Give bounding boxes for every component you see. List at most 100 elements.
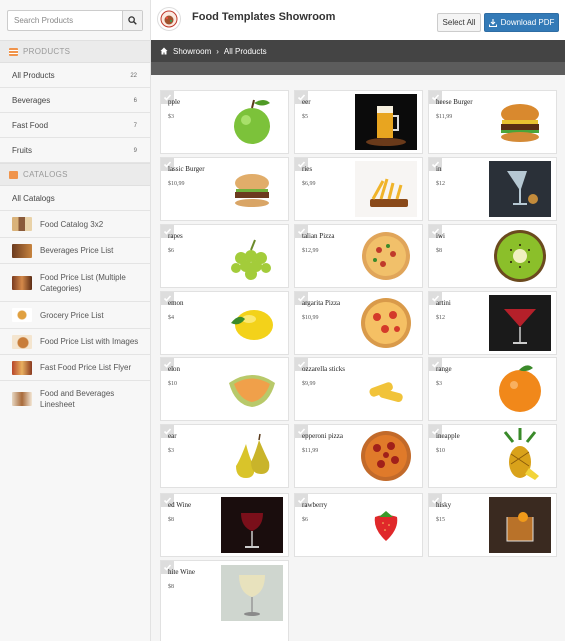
breadcrumb-root[interactable]: Showroom [173, 47, 211, 56]
product-price: $11,99 [436, 114, 453, 120]
sidebar-item-count: 22 [130, 72, 137, 79]
product-card[interactable]: heese Burger $11,99 [428, 90, 557, 154]
product-name: eer [302, 98, 311, 106]
product-price: $8 [168, 584, 174, 590]
product-card[interactable]: ozzarella sticks $9,99 [294, 357, 423, 421]
catalog-label: Grocery Price List [40, 310, 104, 320]
product-name: ineapple [436, 432, 460, 440]
product-name: lassic Burger [168, 165, 205, 173]
product-name: rawberry [302, 501, 328, 509]
product-image [369, 382, 403, 403]
sidebar-item-label: All Catalogs [12, 194, 55, 203]
product-price: $10,99 [168, 181, 185, 187]
chevron-right-icon: › [216, 46, 219, 56]
product-image [503, 428, 539, 480]
sidebar-item-beverages[interactable]: Beverages 6 [0, 89, 150, 113]
catalog-item-food-price-list-multiple[interactable]: Food Price List (Multiple Categories) [0, 264, 150, 302]
product-name: ed Wine [168, 501, 192, 509]
product-image [221, 497, 283, 553]
product-price: $11,99 [302, 448, 319, 454]
product-card[interactable]: rawberry $6 [294, 493, 423, 557]
catalog-item-food-price-list-images[interactable]: Food Price List with Images [0, 329, 150, 355]
product-image [355, 94, 417, 150]
product-card[interactable]: ineapple $10 [428, 424, 557, 488]
food-logo-icon [160, 10, 178, 28]
product-name: hite Wine [168, 568, 195, 576]
product-card[interactable]: in $12 [428, 157, 557, 221]
product-name: ries [302, 165, 313, 173]
product-image [494, 230, 546, 282]
catalog-label: Food Price List with Images [40, 337, 139, 346]
catalog-item-fast-food-flyer[interactable]: Fast Food Price List Flyer [0, 355, 150, 381]
product-card[interactable]: eer $5 [294, 90, 423, 154]
catalog-item-beverages-price-list[interactable]: Beverages Price List [0, 238, 150, 264]
catalog-item-food-beverages-linesheet[interactable]: Food and Beverages Linesheet [0, 381, 150, 416]
search-input[interactable] [8, 11, 123, 30]
product-price: $3 [168, 114, 174, 120]
sidebar-item-label: All Products [12, 71, 55, 80]
product-name: rapes [168, 232, 183, 240]
product-name: range [436, 365, 452, 373]
product-name: hisky [436, 501, 452, 509]
product-image [489, 497, 551, 553]
catalog-item-grocery-price-list[interactable]: Grocery Price List [0, 302, 150, 329]
product-card[interactable]: epperoni pizza $11,99 [294, 424, 423, 488]
product-image [501, 104, 539, 142]
product-name: elon [168, 365, 181, 373]
sidebar-item-count: 6 [133, 97, 137, 104]
product-card[interactable]: hisky $15 [428, 493, 557, 557]
product-card[interactable]: talian Pizza $12,99 [294, 224, 423, 288]
product-name: epperoni pizza [302, 432, 344, 440]
catalog-thumbnail [12, 275, 32, 290]
product-card[interactable]: pple $3 [160, 90, 289, 154]
product-card[interactable]: ear $3 [160, 424, 289, 488]
catalog-thumbnail [12, 334, 32, 349]
product-card[interactable]: ed Wine $8 [160, 493, 289, 557]
product-name: in [436, 165, 442, 173]
product-image [234, 99, 270, 144]
product-image [229, 375, 275, 407]
sidebar-item-label: Fruits [12, 146, 32, 155]
product-price: $9,99 [302, 381, 316, 387]
catalog-label: Beverages Price List [40, 246, 114, 255]
home-icon[interactable] [160, 47, 168, 55]
catalog-item-food-catalog-3x2[interactable]: Food Catalog 3x2 [0, 211, 150, 238]
products-section-header: PRODUCTS [0, 40, 150, 63]
product-image [231, 239, 271, 280]
product-image [499, 365, 541, 412]
product-name: heese Burger [436, 98, 473, 106]
product-card[interactable]: argarita Pizza $10,99 [294, 291, 423, 355]
product-image [231, 310, 273, 340]
product-price: $12 [436, 315, 445, 321]
product-card[interactable]: lassic Burger $10,99 [160, 157, 289, 221]
product-image [489, 161, 551, 217]
product-card[interactable]: elon $10 [160, 357, 289, 421]
product-price: $15 [436, 517, 445, 523]
catalog-label: Food and Beverages Linesheet [40, 388, 115, 409]
product-name: iwi [436, 232, 445, 240]
product-card[interactable]: rapes $6 [160, 224, 289, 288]
product-card[interactable]: range $3 [428, 357, 557, 421]
product-name: artini [436, 299, 451, 307]
catalog-icon [9, 170, 18, 179]
product-price: $8 [436, 248, 442, 254]
product-card[interactable]: emon $4 [160, 291, 289, 355]
product-image [361, 298, 411, 348]
product-card[interactable]: artini $12 [428, 291, 557, 355]
sidebar-item-fast-food[interactable]: Fast Food 7 [0, 114, 150, 138]
sidebar-item-all-catalogs[interactable]: All Catalogs [0, 187, 150, 211]
sidebar-item-all-products[interactable]: All Products 22 [0, 64, 150, 88]
product-price: $3 [436, 381, 442, 387]
breadcrumb: Showroom › All Products [151, 40, 565, 62]
sidebar-item-fruits[interactable]: Fruits 9 [0, 139, 150, 163]
product-price: $6 [168, 248, 174, 254]
search-button[interactable] [122, 11, 142, 30]
product-card[interactable]: iwi $8 [428, 224, 557, 288]
product-image [374, 511, 398, 541]
select-all-button[interactable]: Select All [437, 13, 481, 32]
sidebar-item-label: Beverages [12, 96, 51, 105]
product-card[interactable]: hite Wine $8 [160, 560, 289, 641]
product-name: emon [168, 299, 184, 307]
download-pdf-button[interactable]: Download PDF [484, 13, 559, 32]
product-card[interactable]: ries $6,99 [294, 157, 423, 221]
